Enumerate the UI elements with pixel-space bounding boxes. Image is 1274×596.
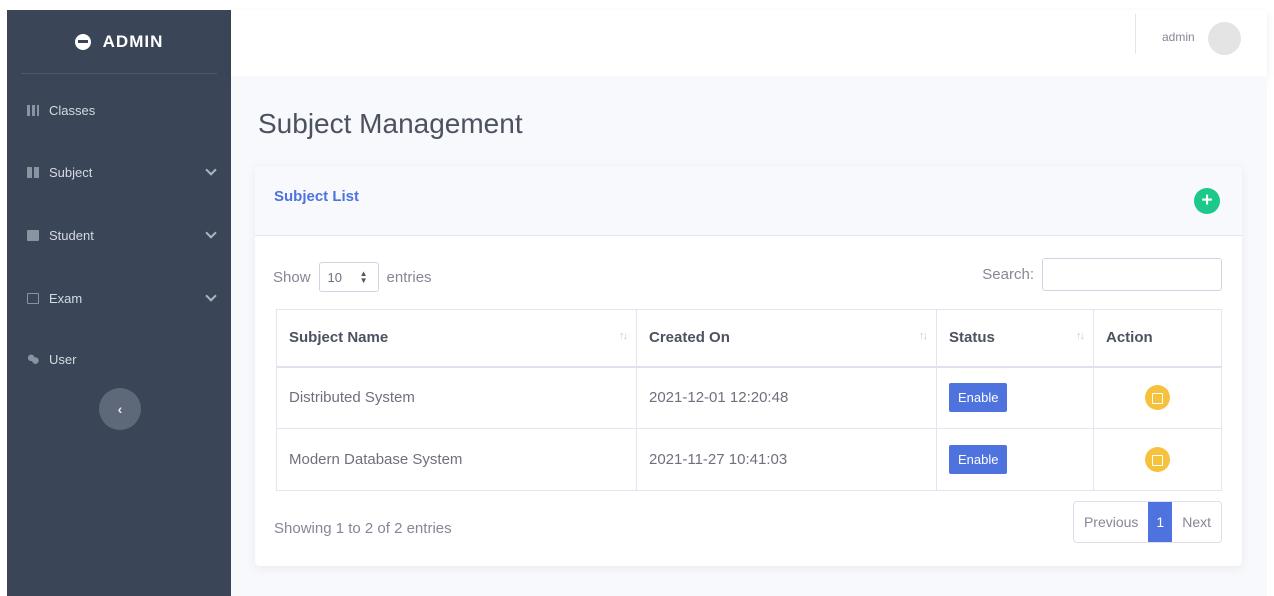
cell-created-on: 2021-11-27 10:41:03 <box>636 428 937 491</box>
next-page-button[interactable]: Next <box>1172 502 1221 542</box>
column-header-action: Action <box>1093 309 1222 368</box>
chevron-left-icon: ‹ <box>117 401 123 417</box>
sidebar-item-label: User <box>49 351 77 367</box>
cell-action <box>1093 366 1222 429</box>
status-button[interactable]: Enable <box>949 445 1008 474</box>
chevron-down-icon <box>205 164 217 176</box>
chevron-down-icon <box>205 290 217 302</box>
table-row: Distributed System 2021-12-01 12:20:48 E… <box>276 366 1222 429</box>
entries-select[interactable]: 10 ▲ ▼ <box>318 262 379 292</box>
pagination: Previous 1 Next <box>1072 501 1222 543</box>
sidebar-item-user[interactable]: User <box>7 345 231 373</box>
sidebar-item-label: Classes <box>49 102 96 118</box>
edit-icon <box>27 292 39 304</box>
cell-subject-name: Modern Database System <box>276 428 637 491</box>
column-header-label: Action <box>1106 329 1153 347</box>
cell-status: Enable <box>936 366 1094 429</box>
main-content: Subject Management Subject List + Show 1… <box>231 76 1267 596</box>
sidebar-item-label: Subject <box>49 164 93 180</box>
entries-length-control: Show 10 ▲ ▼ entries <box>273 262 432 292</box>
chevron-down-icon <box>205 227 217 239</box>
cell-status: Enable <box>936 428 1094 491</box>
sidebar-item-label: Student <box>49 227 94 243</box>
select-arrows-icon: ▲ ▼ <box>359 269 368 285</box>
sidebar-item-label: Exam <box>49 290 83 306</box>
sort-icon: ↑↓ <box>919 330 928 342</box>
sidebar-item-student[interactable]: Student <box>7 221 231 249</box>
sidebar: ADMIN Classes Subject Student Exam User … <box>7 10 231 596</box>
subject-table: Subject Name ↑↓ Created On ↑↓ Status ↑↓ … <box>276 309 1222 491</box>
cell-action <box>1093 428 1222 491</box>
entries-label: entries <box>386 268 432 286</box>
show-label: Show <box>273 268 311 286</box>
sort-icon: ↑↓ <box>1076 330 1085 342</box>
entries-select-value: 10 <box>327 269 342 285</box>
table-info: Showing 1 to 2 of 2 entries <box>274 520 452 537</box>
status-button[interactable]: Enable <box>949 383 1008 413</box>
cell-created-on: 2021-12-01 12:20:48 <box>636 366 937 429</box>
brand[interactable]: ADMIN <box>21 10 217 74</box>
search-input[interactable] <box>1042 258 1222 291</box>
sidebar-toggle-button[interactable]: ‹ <box>99 388 141 430</box>
search-label: Search: <box>982 266 1034 283</box>
search-control: Search: <box>982 258 1222 291</box>
sidebar-item-exam[interactable]: Exam <box>7 284 231 312</box>
card-title: Subject List <box>274 188 360 205</box>
building-icon <box>27 104 39 116</box>
subject-list-card: Subject List + Show 10 ▲ ▼ entries Search… <box>255 166 1242 566</box>
column-header-label: Subject Name <box>289 329 389 347</box>
brand-title: ADMIN <box>102 31 164 51</box>
edit-icon[interactable] <box>1145 447 1170 472</box>
topbar: admin <box>231 10 1267 76</box>
brand-logo-icon <box>74 33 91 50</box>
column-header-subject-name[interactable]: Subject Name ↑↓ <box>276 309 637 368</box>
user-name[interactable]: admin <box>1162 30 1195 44</box>
page-title: Subject Management <box>258 108 523 139</box>
users-icon <box>27 353 39 365</box>
id-card-icon <box>27 229 39 241</box>
column-header-created-on[interactable]: Created On ↑↓ <box>636 309 937 368</box>
page-1-button[interactable]: 1 <box>1148 502 1173 542</box>
book-icon <box>27 166 39 178</box>
table-header-row: Subject Name ↑↓ Created On ↑↓ Status ↑↓ … <box>276 309 1222 368</box>
column-header-status[interactable]: Status ↑↓ <box>936 309 1094 368</box>
avatar[interactable] <box>1208 22 1241 55</box>
column-header-label: Status <box>949 329 995 347</box>
column-header-label: Created On <box>649 329 730 347</box>
sidebar-item-subject[interactable]: Subject <box>7 158 231 186</box>
plus-icon: + <box>1201 190 1213 211</box>
card-header: Subject List + <box>255 166 1242 236</box>
table-row: Modern Database System 2021-11-27 10:41:… <box>276 428 1222 491</box>
cell-subject-name: Distributed System <box>276 366 637 429</box>
add-subject-button[interactable]: + <box>1194 188 1220 214</box>
sidebar-item-classes[interactable]: Classes <box>7 96 231 124</box>
edit-icon[interactable] <box>1145 385 1170 411</box>
topbar-divider <box>1135 14 1136 54</box>
previous-page-button[interactable]: Previous <box>1074 502 1148 542</box>
sort-icon: ↑↓ <box>619 330 628 342</box>
